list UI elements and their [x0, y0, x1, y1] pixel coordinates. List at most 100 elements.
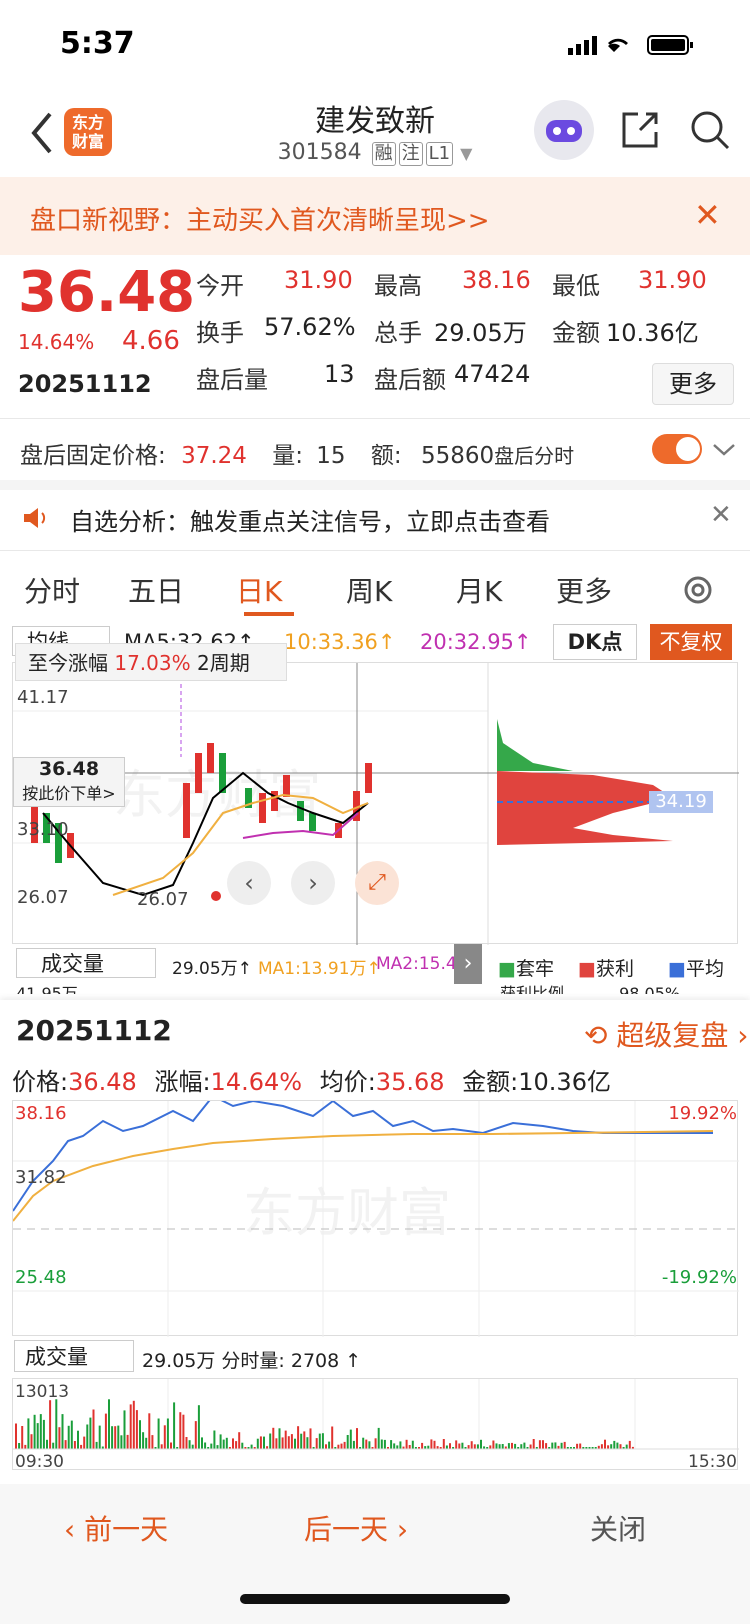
volume-bar [225, 1437, 228, 1449]
tab-weekly-k[interactable]: 周K [346, 570, 392, 610]
volume-bar [114, 1426, 117, 1449]
volume-bar [538, 1440, 541, 1449]
last-price: 36.48 [18, 260, 196, 325]
tab-five-day[interactable]: 五日 [128, 570, 184, 610]
volume-bar [514, 1443, 517, 1449]
divider [0, 550, 750, 551]
history-icon: ⟲ [584, 1019, 608, 1052]
prev-day-button[interactable]: ‹ 前一天 [64, 1508, 168, 1548]
intraday-chart[interactable]: 东方财富 38.16 31.82 25.48 19.92% -19.92% [12, 1100, 739, 1337]
volume-bar [501, 1444, 504, 1449]
chip-trapped-area [497, 719, 573, 771]
volume-bar [523, 1442, 526, 1449]
volume-bar [278, 1428, 281, 1449]
no-adjust-button[interactable]: 不复权 [650, 624, 732, 660]
volume-bar [21, 1426, 24, 1449]
volume-bar [551, 1442, 554, 1449]
close-button[interactable]: 关闭 [590, 1508, 646, 1548]
volume-bar [269, 1433, 272, 1449]
volume-bar [489, 1445, 492, 1449]
volume-bar [129, 1404, 132, 1449]
order-at-price-tip[interactable]: 36.48 按此价下单> [13, 757, 125, 807]
status-time: 5:37 [60, 26, 135, 61]
axis-mid: 31.82 [15, 1167, 67, 1188]
close-icon[interactable]: ✕ [694, 196, 721, 234]
volume-bar [148, 1413, 151, 1449]
open-label: 今开 [196, 272, 244, 300]
more-button[interactable]: 更多 [652, 363, 734, 405]
search-icon[interactable] [688, 108, 732, 152]
tab-daily-k[interactable]: 日K [236, 570, 282, 610]
after-vol-label: 盘后量 [196, 366, 268, 394]
volume-bar [545, 1443, 548, 1449]
volume-bar [352, 1440, 355, 1449]
volume-bar [139, 1420, 141, 1449]
legend-trapped: 套牢 [515, 958, 554, 980]
banner-text[interactable]: 盘口新视野：主动买入首次清晰呈现>> [30, 200, 490, 237]
after-hours-price: 37.24 [181, 443, 247, 469]
volume-bar [628, 1440, 631, 1449]
volume-bar [554, 1442, 557, 1449]
volume-bar [36, 1423, 39, 1449]
volume-bar [328, 1441, 331, 1449]
intraday-volume-select[interactable]: 成交量 [14, 1340, 134, 1372]
volume-bar [325, 1444, 327, 1449]
tab-monthly-k[interactable]: 月K [456, 570, 502, 610]
volume-bar [256, 1438, 259, 1449]
after-hours-toggle-label: 盘后分时 [494, 444, 575, 468]
volume-bar [529, 1444, 532, 1449]
super-replay-link[interactable]: ⟲ 超级复盘 › [584, 1014, 749, 1054]
volume-bar [408, 1445, 411, 1449]
volume-bar [216, 1445, 219, 1449]
volume-bar [173, 1402, 176, 1449]
dk-point-button[interactable]: DK点 [553, 624, 637, 660]
volume-bar [600, 1444, 603, 1449]
section-gap [0, 480, 750, 490]
analysis-notice[interactable]: 自选分析：触发重点关注信号，立即点击查看 [70, 502, 550, 537]
low-value: 31.90 [638, 266, 707, 294]
volume-bar [250, 1444, 253, 1449]
candle [297, 801, 304, 821]
tab-intraday[interactable]: 分时 [24, 570, 80, 610]
volume-bar [445, 1445, 448, 1449]
volume-bar [607, 1445, 610, 1449]
amt-label: 金额: [462, 1068, 519, 1096]
chevron-down-icon[interactable] [712, 440, 736, 460]
chip-legend: ■套牢 ■获利 ■平均 [498, 958, 724, 980]
volume-bar [204, 1442, 207, 1449]
tab-more[interactable]: 更多 [556, 570, 612, 610]
pct-high: 19.92% [668, 1103, 737, 1124]
volume-bar [77, 1430, 79, 1449]
range-tag[interactable]: 至今涨幅 17.03% 2周期 [15, 643, 287, 681]
axis-low: 25.48 [15, 1267, 67, 1288]
volume-bar [563, 1441, 566, 1449]
volume-bar [362, 1437, 365, 1449]
volume-bar [27, 1418, 30, 1449]
volume-bar [315, 1438, 318, 1449]
expand-icon[interactable]: ⤢ [355, 861, 399, 905]
next-icon[interactable]: › [291, 861, 335, 905]
share-icon[interactable] [618, 108, 662, 152]
volume-bar [442, 1439, 445, 1449]
volume-value: 29.05万↑ [172, 959, 252, 979]
gear-icon[interactable] [680, 572, 716, 608]
volume-bar [346, 1435, 349, 1449]
volume-bar [368, 1441, 371, 1449]
kline-chart[interactable]: 东方财富 41.17 33.10 26.07 26.07 至今涨幅 17.03%… [12, 643, 739, 945]
axis-low: 26.07 [17, 887, 69, 908]
axis-high: 41.17 [17, 687, 69, 708]
volume-bar [235, 1441, 238, 1449]
close-icon[interactable]: ✕ [710, 500, 732, 530]
watermark-text: 东方财富 [243, 1185, 451, 1243]
prev-icon[interactable]: ‹ [227, 861, 271, 905]
volume-bar [95, 1441, 98, 1449]
next-day-button[interactable]: 后一天 › [304, 1508, 408, 1548]
expand-panel-icon[interactable]: › [454, 944, 482, 984]
volume-select[interactable]: 成交量 [16, 948, 156, 978]
volume-bar [507, 1443, 510, 1449]
volume-bar [610, 1444, 613, 1449]
robot-assistant-icon[interactable] [534, 100, 594, 160]
volume-bar [467, 1445, 470, 1449]
volume-bar [300, 1433, 303, 1449]
volume-bar [374, 1438, 377, 1449]
